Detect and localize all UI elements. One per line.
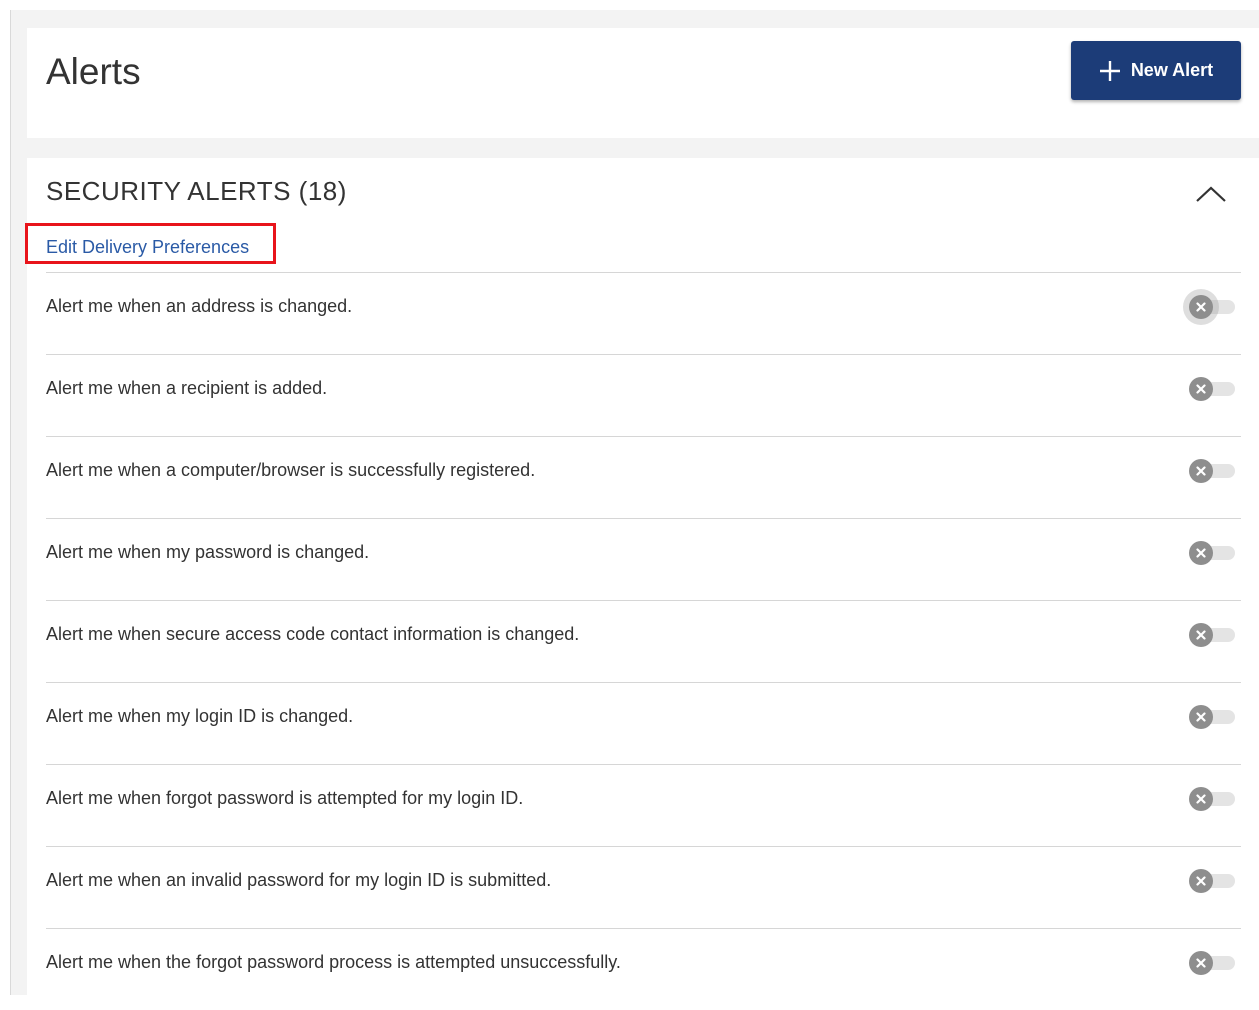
toggle-knob [1189, 951, 1213, 975]
alert-row: Alert me when an invalid password for my… [46, 846, 1241, 928]
alert-label: Alert me when an address is changed. [46, 296, 353, 316]
alert-toggle-8[interactable] [1189, 869, 1237, 893]
section-title: SECURITY ALERTS (18) [46, 176, 347, 206]
new-alert-button[interactable]: New Alert [1071, 41, 1241, 100]
alert-label: Alert me when a recipient is added. [46, 378, 328, 398]
alert-label: Alert me when my login ID is changed. [46, 706, 354, 726]
toggle-knob [1189, 705, 1213, 729]
alert-toggle-1[interactable] [1189, 295, 1237, 319]
alert-row: Alert me when my password is changed. [46, 518, 1241, 600]
toggle-knob [1189, 459, 1213, 483]
alert-toggle-2[interactable] [1189, 377, 1237, 401]
security-alerts-section: SECURITY ALERTS (18) Edit Delivery Prefe… [25, 158, 1259, 995]
close-x-icon [1196, 958, 1206, 968]
alert-label: Alert me when a computer/browser is succ… [46, 460, 536, 480]
alert-label: Alert me when the forgot password proces… [46, 952, 621, 972]
alert-toggle-4[interactable] [1189, 541, 1237, 565]
alert-label: Alert me when an invalid password for my… [46, 870, 552, 890]
alert-label: Alert me when forgot password is attempt… [46, 788, 524, 808]
alert-row: Alert me when a recipient is added. [46, 354, 1241, 436]
alert-list: Alert me when an address is changed. Ale… [46, 272, 1241, 1010]
toggle-knob [1189, 869, 1213, 893]
alert-label: Alert me when my password is changed. [46, 542, 370, 562]
close-x-icon [1196, 630, 1206, 640]
page-title: Alerts [46, 51, 141, 92]
alert-row: Alert me when forgot password is attempt… [46, 764, 1241, 846]
toggle-knob [1189, 377, 1213, 401]
alert-row: Alert me when a computer/browser is succ… [46, 436, 1241, 518]
edit-delivery-preferences-link[interactable]: Edit Delivery Preferences [46, 236, 249, 258]
alert-row: Alert me when secure access code contact… [46, 600, 1241, 682]
alert-toggle-7[interactable] [1189, 787, 1237, 811]
alert-row: Alert me when the forgot password proces… [46, 928, 1241, 1010]
close-x-icon [1196, 466, 1206, 476]
toggle-knob [1189, 295, 1213, 319]
close-x-icon [1196, 548, 1206, 558]
close-x-icon [1196, 302, 1206, 312]
alert-toggle-5[interactable] [1189, 623, 1237, 647]
new-alert-label: New Alert [1130, 60, 1214, 80]
close-x-icon [1196, 384, 1206, 394]
alert-toggle-9[interactable] [1189, 951, 1237, 975]
alert-toggle-6[interactable] [1189, 705, 1237, 729]
alert-row: Alert me when my login ID is changed. [46, 682, 1241, 764]
chevron-up-icon [1196, 186, 1226, 202]
close-x-icon [1196, 876, 1206, 886]
close-x-icon [1196, 712, 1206, 722]
alert-label: Alert me when secure access code contact… [46, 624, 580, 644]
alert-row: Alert me when an address is changed. [46, 272, 1241, 354]
close-x-icon [1196, 794, 1206, 804]
plus-icon [1099, 60, 1120, 81]
toggle-knob [1189, 623, 1213, 647]
toggle-knob [1189, 541, 1213, 565]
alerts-header-card: Alerts New Alert [27, 28, 1259, 138]
alert-toggle-3[interactable] [1189, 459, 1237, 483]
toggle-knob [1189, 787, 1213, 811]
collapse-section-button[interactable] [1193, 182, 1229, 206]
